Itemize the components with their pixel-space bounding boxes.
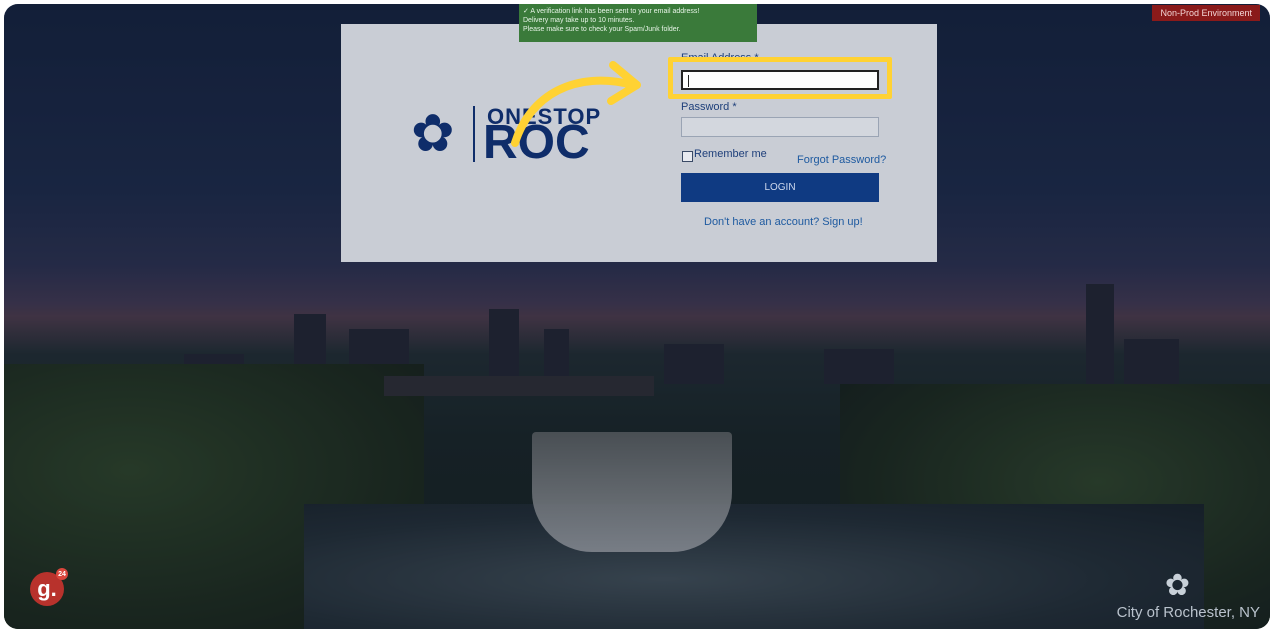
remember-me-label[interactable]: Remember me [694,148,767,160]
city-watermark: City of Rochester, NY [1116,604,1260,621]
rochester-flower-icon: ✿ [411,105,455,163]
app-logo-icon: g. 24 [30,568,68,606]
environment-badge: Non-Prod Environment [1152,5,1260,21]
password-label: Password * [681,101,737,113]
curved-arrow-icon [511,61,641,147]
rochester-flower-icon: ✿ [1164,569,1190,602]
login-button[interactable]: LOGIN [681,173,879,202]
signup-link[interactable]: Don't have an account? Sign up! [704,216,863,228]
toast-line-2: Delivery may take up to 10 minutes. [523,17,635,24]
email-highlight-box [668,57,892,99]
app-badge-text: g. [37,576,57,601]
password-field[interactable] [681,117,879,137]
forgot-password-link[interactable]: Forgot Password? [797,154,886,166]
app-badge-sup: 24 [56,568,68,580]
toast-line-1: ✓ A verification link has been sent to y… [523,8,700,15]
toast-line-3: Please make sure to check your Spam/Junk… [523,26,681,33]
remember-me-checkbox[interactable] [682,151,693,162]
logo-divider [473,106,475,162]
verification-toast: ✓ A verification link has been sent to y… [519,4,757,42]
